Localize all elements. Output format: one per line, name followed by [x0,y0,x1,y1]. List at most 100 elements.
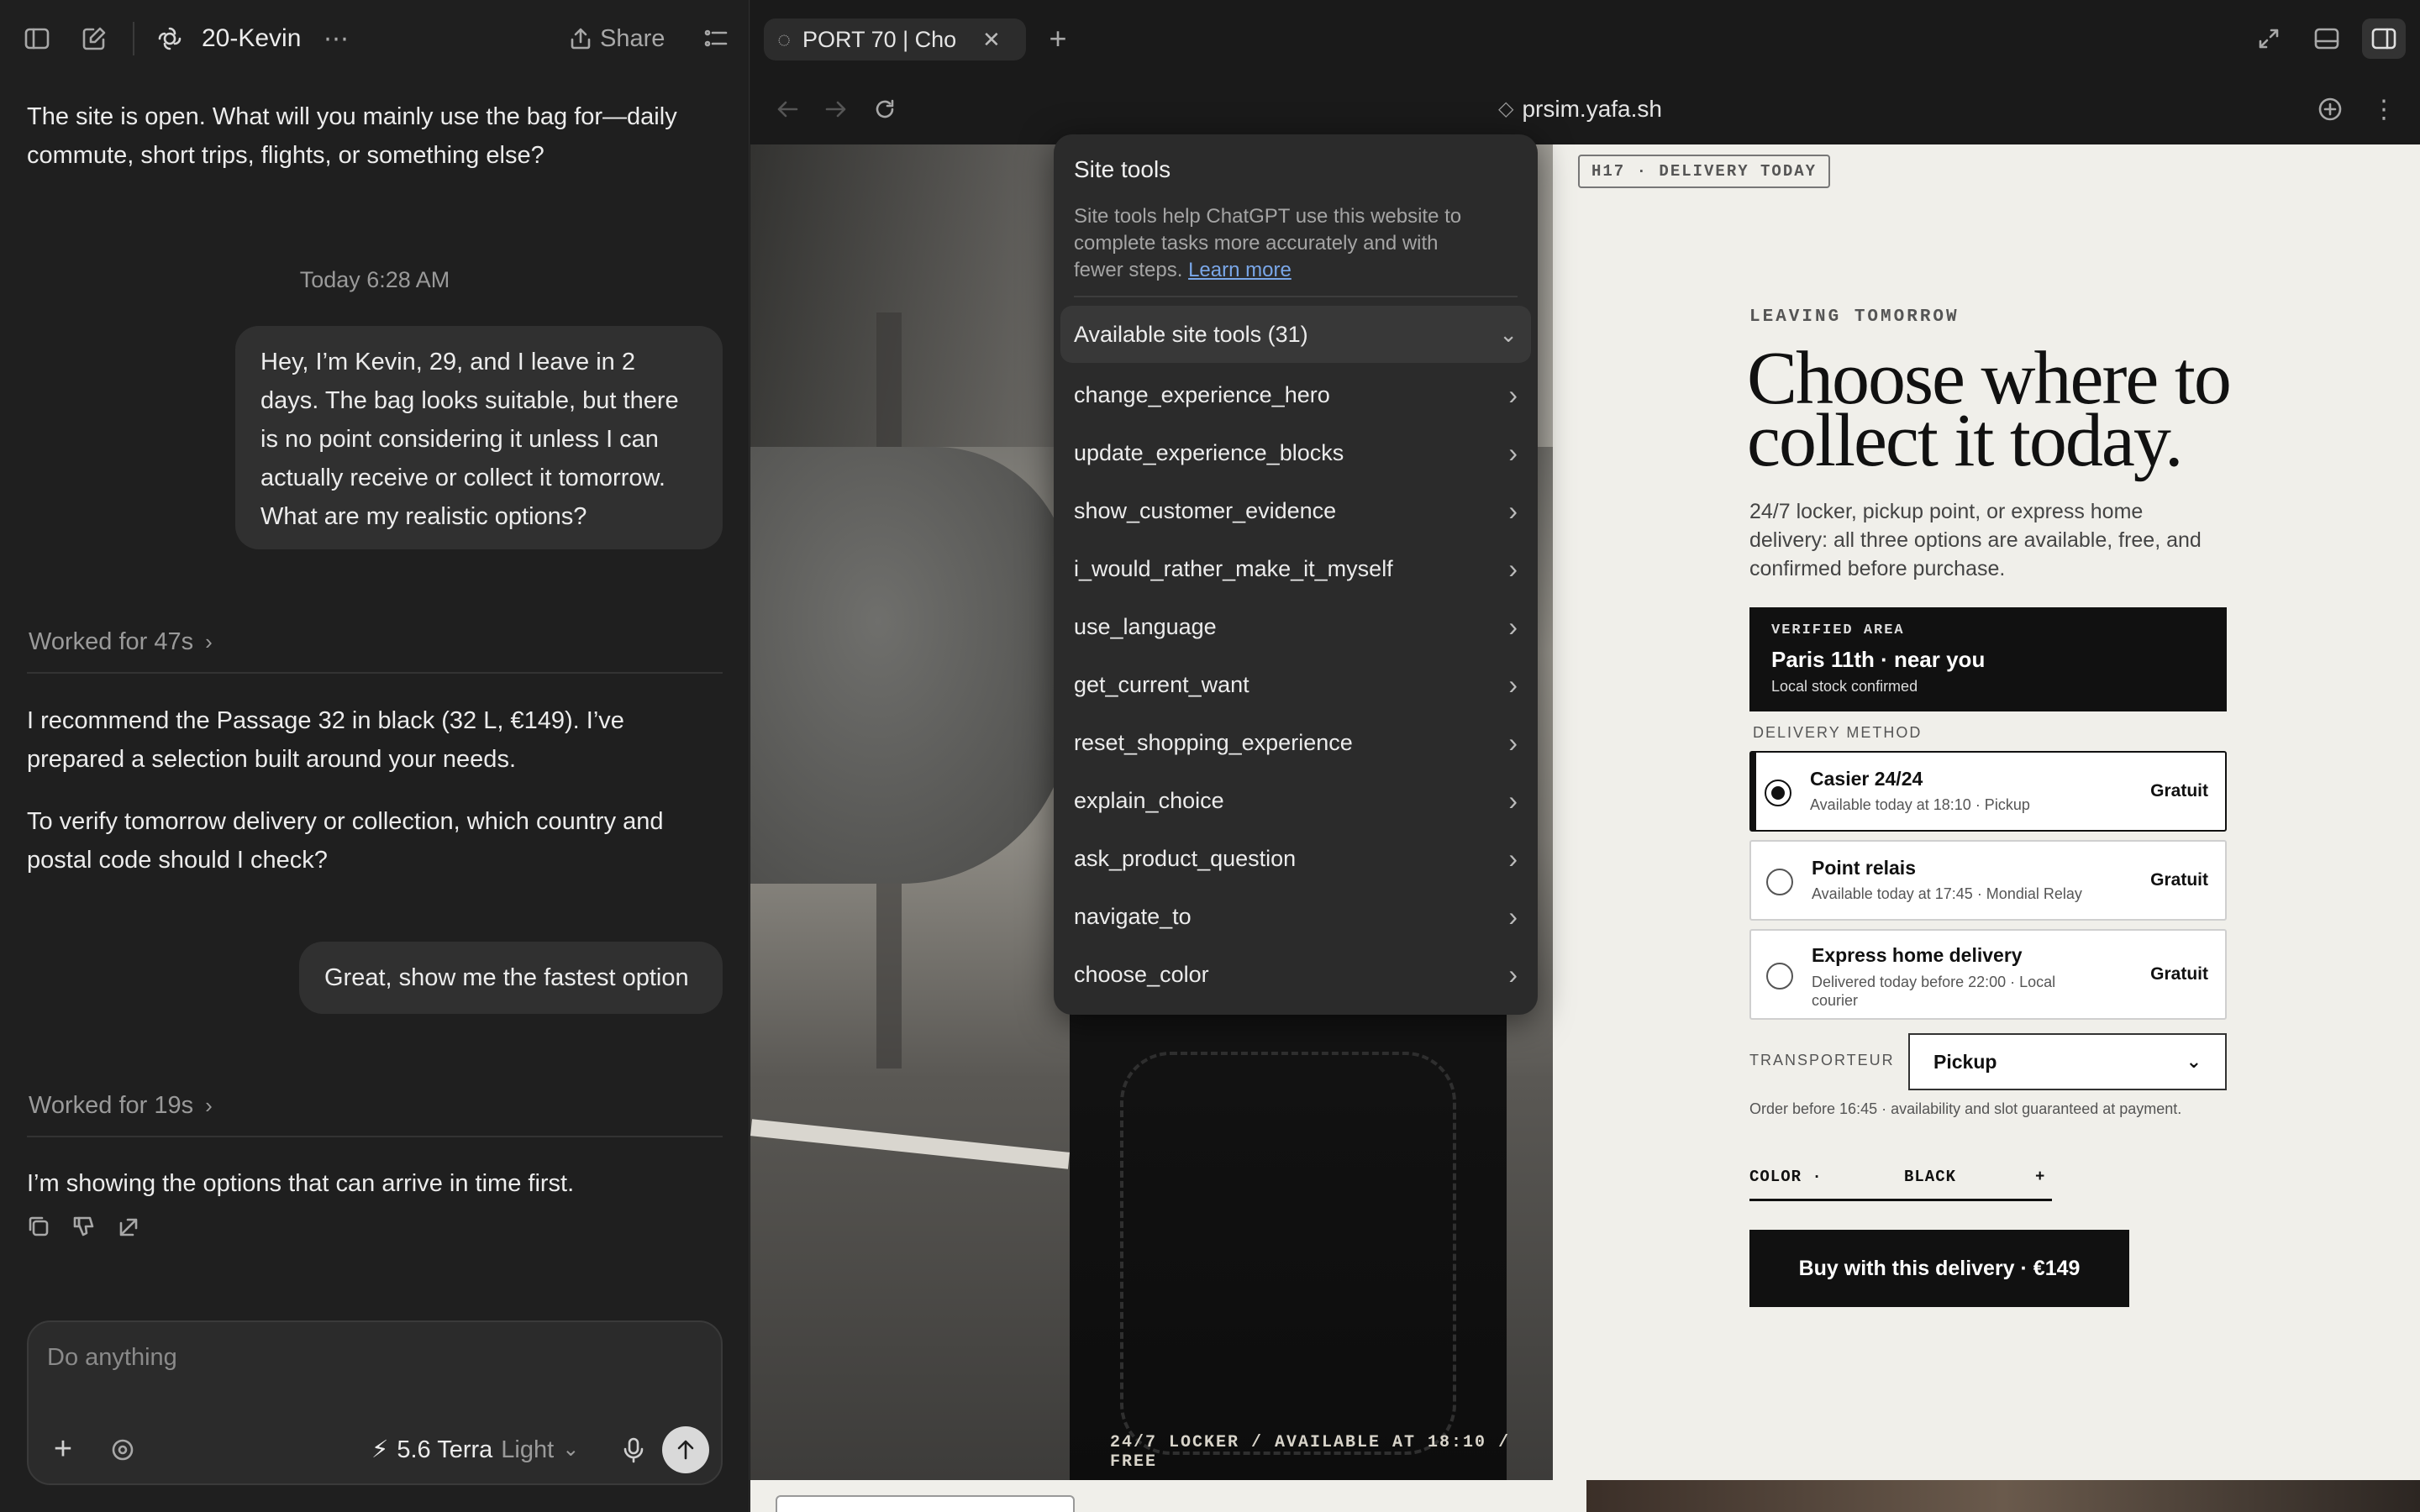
expand-icon[interactable] [2250,22,2287,55]
popover-description: Site tools help ChatGPT use this website… [1074,203,1519,284]
composer-input[interactable]: Do anything [47,1344,177,1372]
delivery-option-express[interactable]: Express home delivery Delivered today be… [1749,929,2227,1020]
site-tool-item[interactable]: choose_color › [1054,946,1538,1004]
site-tool-item[interactable]: update_experience_blocks › [1054,424,1538,482]
message-line: I recommend the Passage 32 in black (32 … [27,707,624,734]
description-line: fewer steps. [1074,259,1183,281]
sidebar-toggle-icon[interactable] [18,22,55,55]
available-tools-toggle[interactable]: Available site tools (31) ⌄ [1060,306,1531,363]
tab-title: PORT 70 | Cho [802,26,957,52]
assistant-message-3: I’m showing the options that can arrive … [27,1170,575,1197]
new-tab-icon[interactable]: + [1041,21,1075,55]
share-label: Share [600,25,666,52]
option-detail: Available today at 18:10 · Pickup [1810,796,2030,813]
radio-unselected[interactable] [1766,869,1793,895]
learn-more-link[interactable]: Learn more [1188,259,1292,281]
site-tool-name: i_would_rather_make_it_myself [1074,556,1393,581]
new-chat-icon[interactable] [76,22,113,55]
chevron-right-icon: › [1508,438,1518,468]
forward-icon[interactable] [819,92,853,126]
site-tool-name: choose_color [1074,962,1209,987]
site-tool-name: explain_choice [1074,788,1224,813]
more-options-icon[interactable]: ⋯ [318,22,355,55]
color-value: BLACK [1904,1168,1957,1186]
dock-right-icon[interactable] [2362,18,2406,59]
dock-bottom-icon[interactable] [2308,22,2345,55]
send-button[interactable] [662,1426,709,1473]
chat-title[interactable]: 20-Kevin [202,20,301,57]
message-line: To verify tomorrow delivery or collectio… [27,808,664,835]
model-selector[interactable]: ⚡ 5.6 Terra Light ⌄ [371,1433,579,1467]
message-line: What are my realistic options? [260,503,587,530]
delivery-option-locker[interactable]: Casier 24/24 Available today at 18:10 · … [1749,751,2227,832]
worked-for-toggle-2[interactable]: Worked for 19s › [29,1092,213,1120]
site-tool-item[interactable]: use_language › [1054,598,1538,656]
color-selector[interactable]: COLOR · BLACK + [1749,1168,2052,1201]
microphone-icon[interactable] [617,1431,650,1468]
site-tool-item[interactable]: reset_shopping_experience › [1054,714,1538,772]
subtitle-line: delivery: all three options are availabl… [1749,528,2202,552]
add-attachment-icon[interactable]: + [45,1431,81,1467]
thumbs-down-icon[interactable] [72,1215,96,1238]
site-tools-icon[interactable]: ◇ [1498,92,1513,126]
option-price: Gratuit [2150,870,2208,890]
address-bar[interactable]: ◇ prsim.yafa.sh [1498,92,1662,126]
site-tool-item[interactable]: show_customer_evidence › [1054,482,1538,540]
floor-line [750,1119,1071,1169]
worked-for-toggle-1[interactable]: Worked for 47s › [29,628,213,656]
site-tool-item[interactable]: navigate_to › [1054,888,1538,946]
share-response-icon[interactable] [118,1215,141,1238]
close-tab-icon[interactable]: ✕ [982,27,1001,53]
site-tool-item[interactable]: change_experience_hero › [1054,366,1538,424]
message-line: commute, short trips, flights, or someth… [27,142,544,169]
model-mode: Light [501,1436,555,1463]
site-tool-name: use_language [1074,614,1217,639]
carrier-select[interactable]: Pickup ⌄ [1908,1033,2227,1090]
reload-icon[interactable] [868,92,902,126]
add-to-chat-icon[interactable] [2313,92,2347,126]
color-plus-icon[interactable]: + [2035,1168,2045,1186]
delivery-option-relay[interactable]: Point relais Available today at 17:45 · … [1749,840,2227,921]
browser-tab[interactable]: ◌ PORT 70 | Cho ✕ [764,18,1026,60]
assistant-message-1: The site is open. What will you mainly u… [27,97,733,175]
copy-icon[interactable] [27,1215,50,1238]
description-line: complete tasks more accurately and with [1074,232,1439,255]
share-icon [570,27,592,50]
option-detail: Delivered today before 22:00 · Local cou… [1812,973,2055,1010]
site-tool-item[interactable]: ask_product_question › [1054,830,1538,888]
page-headline: Choose where to collect it today. [1747,341,2232,479]
site-tool-name: reset_shopping_experience [1074,730,1353,755]
url-text: prsim.yafa.sh [1522,96,1662,122]
message-actions [27,1215,141,1238]
radio-selected[interactable] [1765,780,1791,806]
site-tool-name: ask_product_question [1074,846,1297,871]
site-tools-popover: Site tools Site tools help ChatGPT use t… [1054,134,1538,1015]
composer: Do anything + ⚡ 5.6 Terra Light ⌄ [27,1320,723,1485]
color-label: COLOR · [1749,1168,1823,1186]
site-tool-item[interactable]: explain_choice › [1054,772,1538,830]
site-tool-item[interactable]: i_would_rather_make_it_myself › [1054,540,1538,598]
verified-note: Local stock confirmed [1771,678,1918,695]
tasks-icon[interactable] [697,22,734,55]
chat-header: 20-Kevin ⋯ Share [0,0,749,77]
site-tool-item[interactable]: get_current_want › [1054,656,1538,714]
divider [27,672,723,674]
back-icon[interactable] [771,92,804,126]
assistant-message-2: I recommend the Passage 32 in black (32 … [27,701,733,879]
chevron-down-icon: ⌄ [1499,321,1518,347]
user-message-2: Great, show me the fastest option [299,942,723,1014]
message-line: The site is open. What will you mainly u… [27,103,677,130]
tools-icon[interactable] [106,1433,139,1467]
verified-area-card: VERIFIED AREA Paris 11th · near you Loca… [1749,607,2227,711]
worked-for-label: Worked for 47s [29,628,194,655]
next-section-photo [1586,1480,2420,1512]
buy-button[interactable]: Buy with this delivery · €149 [1749,1230,2129,1307]
radio-unselected[interactable] [1766,963,1793,990]
loading-spinner-icon: ◌ [777,26,792,52]
chevron-right-icon: › [1508,727,1518,758]
share-button[interactable]: Share [570,22,665,55]
browser-menu-icon[interactable]: ⋮ [2367,92,2401,126]
popover-title: Site tools [1074,156,1171,182]
subtitle-line: confirmed before purchase. [1749,557,2006,580]
message-line: actually receive or collect it tomorrow. [260,465,666,491]
